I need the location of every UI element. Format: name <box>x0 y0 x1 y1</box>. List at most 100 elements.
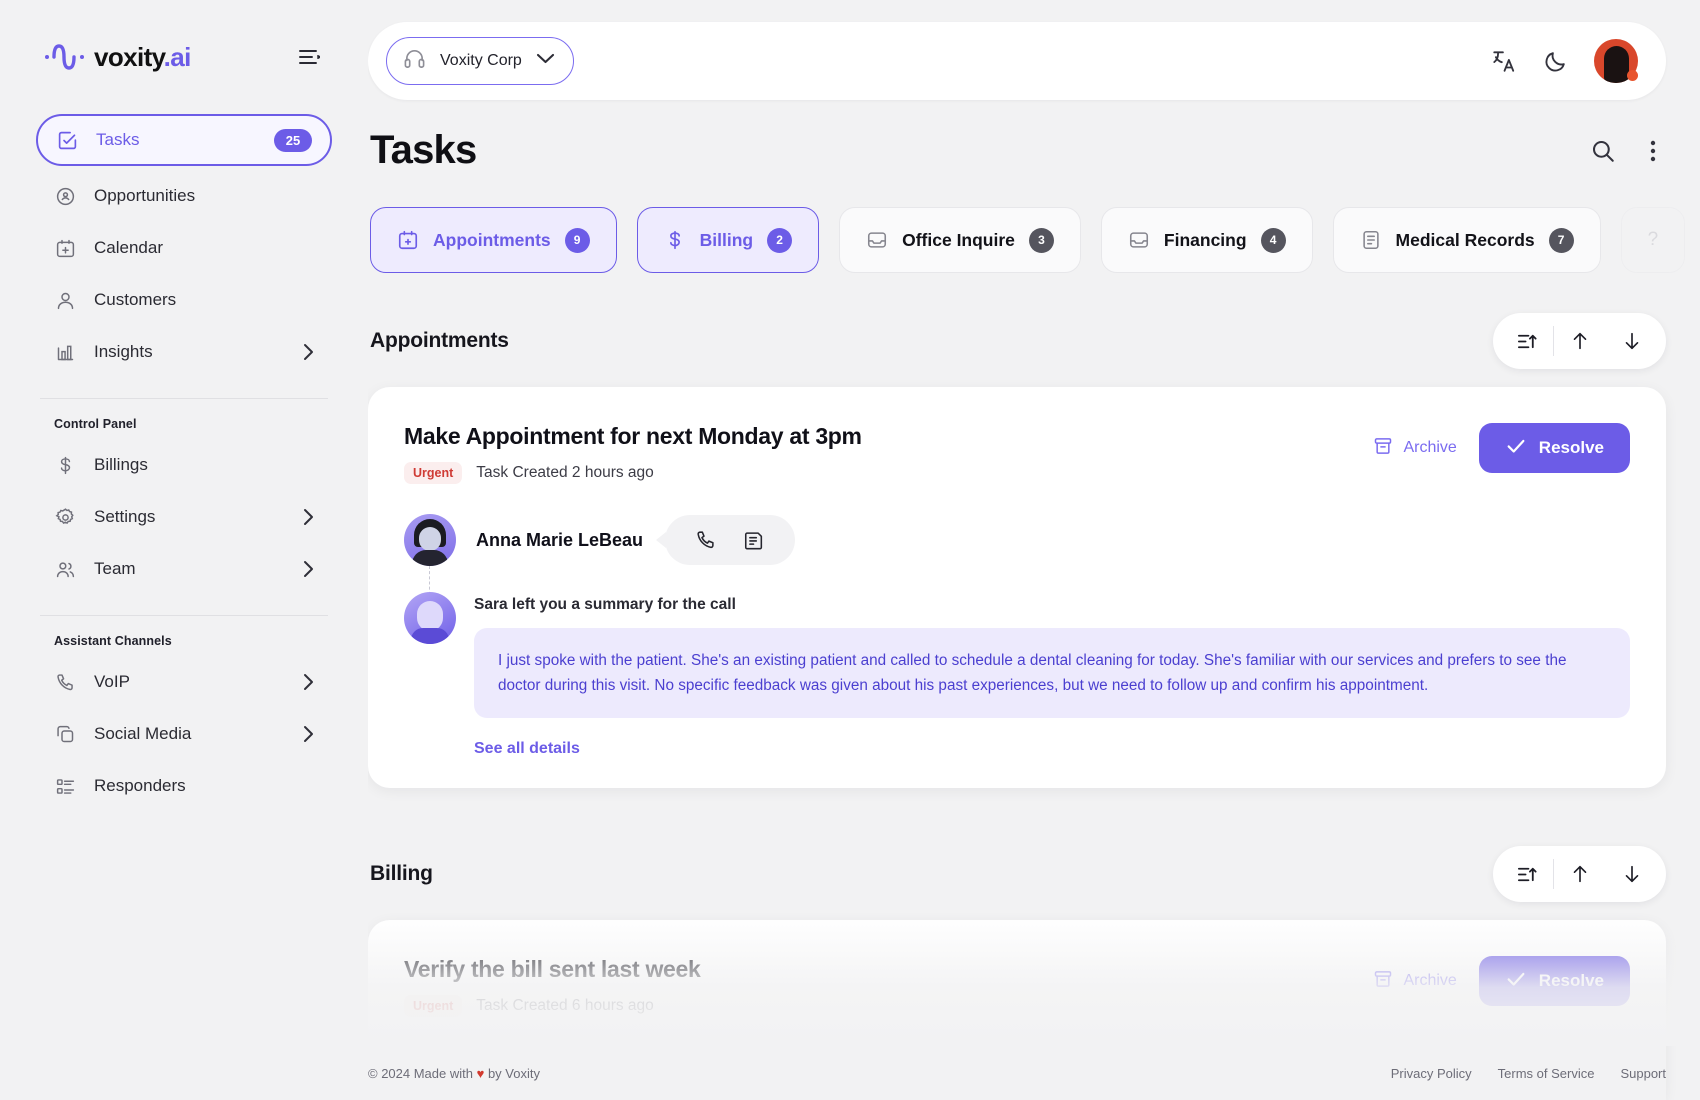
footer-copyright-post: by Voxity <box>487 1065 540 1081</box>
top-bar: Voxity Corp <box>368 22 1666 100</box>
task-card-header: Make Appointment for next Monday at 3pm … <box>404 423 1630 484</box>
tab-overflow[interactable]: ? <box>1620 207 1686 273</box>
transcript-icon[interactable] <box>737 523 771 557</box>
archive-icon <box>1373 436 1393 461</box>
sidebar-item-label: Billings <box>94 455 148 474</box>
task-card-info: Verify the bill sent last week Urgent Ta… <box>404 956 701 1018</box>
main-content: Voxity Corp Tasks Appointments 9 Billing… <box>368 0 1700 1100</box>
sidebar-item-customers[interactable]: Customers <box>36 276 332 324</box>
resolve-button[interactable]: Resolve <box>1478 423 1630 473</box>
sidebar-item-settings[interactable]: Settings <box>36 493 332 541</box>
sidebar-item-label: Responders <box>94 776 186 795</box>
chevron-right-icon <box>296 673 314 691</box>
arrow-up-icon[interactable] <box>1554 848 1606 900</box>
sidebar-item-label: Team <box>94 559 136 578</box>
task-title: Verify the bill sent last week <box>404 956 701 983</box>
app-root: voxity.ai Tasks 25 Opportunities Calenda… <box>0 0 1700 1100</box>
footer-link-support[interactable]: Support <box>1620 1066 1666 1081</box>
task-created-text: Task Created 2 hours ago <box>476 464 654 481</box>
archive-label: Archive <box>1403 972 1457 990</box>
sidebar-item-team[interactable]: Team <box>36 545 332 593</box>
see-all-details-link[interactable]: See all details <box>474 740 1630 758</box>
person-name: Anna Marie LeBeau <box>476 529 644 550</box>
task-card-header: Verify the bill sent last week Urgent Ta… <box>404 956 1630 1018</box>
task-card-appointment[interactable]: Make Appointment for next Monday at 3pm … <box>368 387 1666 789</box>
sidebar-item-label: Tasks <box>96 130 140 149</box>
sidebar: voxity.ai Tasks 25 Opportunities Calenda… <box>0 0 368 1100</box>
appointment-card-stack: Make Appointment for next Monday at 3pm … <box>368 387 1666 789</box>
call-summary: Sara left you a summary for the call I j… <box>404 566 1630 758</box>
control-panel-nav: Billings Settings Team <box>36 441 332 597</box>
resolve-button[interactable]: Resolve <box>1478 956 1630 1007</box>
tab-office-inquire[interactable]: Office Inquire 3 <box>839 207 1081 273</box>
tab-label: Appointments <box>433 229 551 250</box>
phone-icon <box>54 671 76 693</box>
menu-collapse-icon[interactable] <box>294 42 324 72</box>
opportunity-icon <box>54 185 76 207</box>
sidebar-item-calendar[interactable]: Calendar <box>36 224 332 272</box>
task-category-tabs: Appointments 9 Billing 2 Office Inquire … <box>368 207 1686 273</box>
archive-button[interactable]: Archive <box>1373 969 1457 994</box>
search-icon[interactable] <box>1590 138 1616 164</box>
sort-lines-icon[interactable] <box>1501 848 1553 900</box>
resolve-label: Resolve <box>1538 438 1604 457</box>
arrow-up-icon[interactable] <box>1554 315 1606 367</box>
sidebar-section-control-panel: Control Panel <box>54 417 137 431</box>
org-name-label: Voxity Corp <box>440 52 522 69</box>
tab-appointments[interactable]: Appointments 9 <box>370 207 617 273</box>
sidebar-item-insights[interactable]: Insights <box>36 328 332 376</box>
sidebar-item-social-media[interactable]: Social Media <box>36 710 332 758</box>
chevron-right-icon <box>296 725 314 743</box>
tab-count: 3 <box>1028 227 1054 253</box>
status-badge: Urgent <box>404 995 463 1018</box>
check-icon <box>1505 968 1527 995</box>
team-icon <box>54 558 76 580</box>
footer-link-terms[interactable]: Terms of Service <box>1498 1066 1595 1081</box>
task-meta: Urgent Task Created 2 hours ago <box>404 462 862 484</box>
sidebar-item-label: Calendar <box>94 238 163 257</box>
tab-medical-records[interactable]: Medical Records 7 <box>1332 207 1601 273</box>
chevron-down-icon <box>536 52 555 70</box>
archive-button[interactable]: Archive <box>1373 436 1457 461</box>
arrow-down-icon[interactable] <box>1606 848 1658 900</box>
arrow-down-icon[interactable] <box>1606 315 1658 367</box>
moon-icon[interactable] <box>1543 49 1568 74</box>
sidebar-item-opportunities[interactable]: Opportunities <box>36 172 332 220</box>
sidebar-item-billings[interactable]: Billings <box>36 441 332 489</box>
dollar-icon <box>54 454 76 476</box>
bar-chart-icon <box>54 341 76 363</box>
brand-logo-group[interactable]: voxity.ai <box>44 40 191 74</box>
sidebar-item-label: Insights <box>94 342 153 361</box>
user-icon <box>54 289 76 311</box>
avatar[interactable] <box>1594 39 1638 83</box>
chevron-right-icon <box>296 508 314 526</box>
org-selector[interactable]: Voxity Corp <box>386 37 574 85</box>
question-icon: ? <box>1647 229 1659 250</box>
tab-billing[interactable]: Billing 2 <box>636 207 820 273</box>
sidebar-item-label: Settings <box>94 507 156 526</box>
sidebar-item-label: Opportunities <box>94 186 196 205</box>
tab-financing[interactable]: Financing 4 <box>1100 207 1313 273</box>
footer-copyright: © 2024 Made with ♥ by Voxity <box>368 1066 540 1081</box>
section-title: Billing <box>370 862 433 886</box>
phone-icon[interactable] <box>689 523 723 557</box>
task-meta: Urgent Task Created 6 hours ago <box>404 995 701 1018</box>
page-title: Tasks <box>370 128 477 172</box>
assistant-avatar <box>404 592 456 644</box>
inbox-icon <box>1128 229 1150 251</box>
footer-link-privacy[interactable]: Privacy Policy <box>1391 1066 1472 1081</box>
archive-label: Archive <box>1403 439 1457 456</box>
more-vertical-icon[interactable] <box>1650 139 1656 163</box>
page-header-actions <box>1590 138 1666 164</box>
tab-label: Billing <box>699 229 754 250</box>
sort-controls <box>1493 846 1666 903</box>
summary-body: Sara left you a summary for the call I j… <box>474 592 1630 758</box>
sort-lines-icon[interactable] <box>1501 315 1553 367</box>
sidebar-item-responders[interactable]: Responders <box>36 762 332 810</box>
copy-icon <box>54 723 76 745</box>
translate-icon[interactable] <box>1491 48 1517 74</box>
footer: © 2024 Made with ♥ by Voxity Privacy Pol… <box>368 1046 1666 1100</box>
tab-count: 7 <box>1548 227 1574 253</box>
sidebar-item-voip[interactable]: VoIP <box>36 658 332 706</box>
sidebar-item-tasks[interactable]: Tasks 25 <box>36 114 332 166</box>
